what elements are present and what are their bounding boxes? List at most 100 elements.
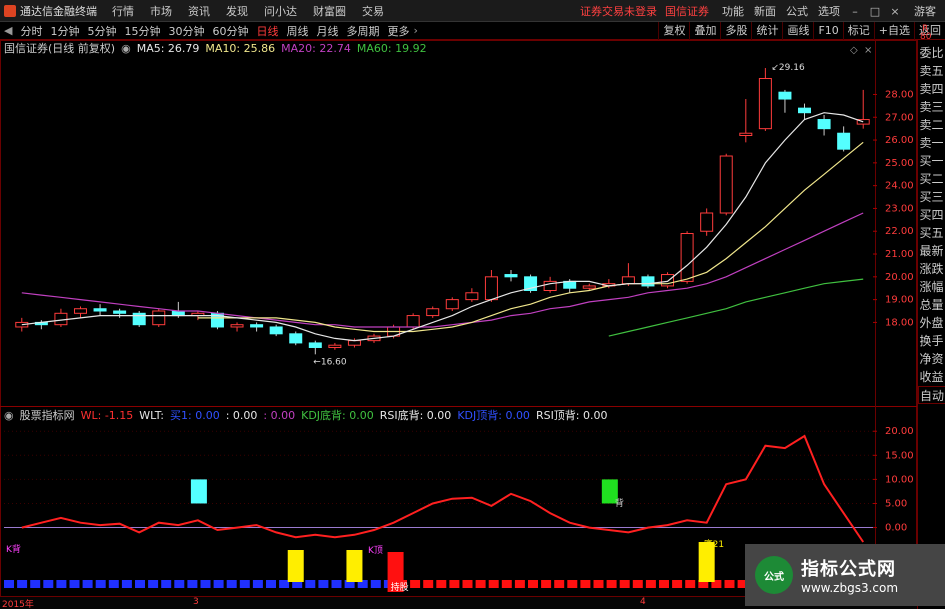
- price-tick-label: 28.00: [885, 89, 914, 100]
- buy-signal: [287, 550, 304, 582]
- trend-block: [56, 580, 67, 588]
- candle-body: [230, 324, 244, 328]
- trend-block: [462, 580, 473, 588]
- trend-block: [148, 580, 159, 588]
- buy-signal: [346, 550, 363, 582]
- candle-body: [347, 340, 361, 346]
- quote-field-10[interactable]: 买五: [918, 224, 945, 242]
- quote-field-3[interactable]: 卖三: [918, 98, 945, 116]
- quote-field-14[interactable]: 总量: [918, 296, 945, 314]
- trend-block: [252, 580, 263, 588]
- ind-tick-label: 5.00: [885, 498, 907, 509]
- ind-tick-label: 15.00: [885, 450, 914, 461]
- trend-block: [95, 580, 106, 588]
- trend-block: [488, 580, 499, 588]
- candle-body: [582, 285, 596, 289]
- trend-block: [108, 580, 119, 588]
- trend-block: [501, 580, 512, 588]
- quote-field-0[interactable]: 委比: [918, 44, 945, 62]
- candle-body: [73, 308, 87, 314]
- trend-block: [17, 580, 28, 588]
- trend-block: [475, 580, 486, 588]
- quote-field-6[interactable]: 买一: [918, 152, 945, 170]
- quote-field-7[interactable]: 买二: [918, 170, 945, 188]
- quote-field-15[interactable]: 外盘: [918, 314, 945, 332]
- k-back-label: K背: [6, 543, 21, 555]
- trend-block: [318, 580, 329, 588]
- quote-field-9[interactable]: 买四: [918, 206, 945, 224]
- trend-block: [370, 580, 381, 588]
- candle-body: [269, 326, 283, 335]
- candle-body: [250, 324, 264, 328]
- quote-field-4[interactable]: 卖二: [918, 116, 945, 134]
- candle-body: [621, 276, 635, 285]
- kdj-top-signal: [190, 479, 207, 504]
- candle-body: [406, 315, 420, 328]
- candle-body: [445, 299, 459, 310]
- candle-body: [289, 333, 303, 344]
- candle-body: [113, 310, 127, 314]
- trend-block: [239, 580, 250, 588]
- trend-block: [30, 580, 41, 588]
- trend-block: [4, 580, 14, 588]
- price-tick-label: 26.00: [885, 135, 914, 146]
- trend-block: [672, 580, 683, 588]
- trend-block: [541, 580, 552, 588]
- trend-block: [423, 580, 434, 588]
- trend-block: [174, 580, 185, 588]
- price-tick-label: 22.00: [885, 226, 914, 237]
- quote-field-2[interactable]: 卖四: [918, 80, 945, 98]
- kline-chart[interactable]: 28.00 27.00 26.00 25.00 24.00 23.00 22.00 21.00…: [0, 0, 917, 597]
- ind-tick-label: 0.00: [885, 523, 907, 534]
- date-month-3: 3: [193, 597, 199, 607]
- trend-block: [69, 580, 80, 588]
- candle-body: [171, 310, 185, 317]
- wl-line: [21, 434, 865, 543]
- trend-block: [226, 580, 237, 588]
- quote-field-1[interactable]: 卖五: [918, 62, 945, 80]
- trend-block: [606, 580, 617, 588]
- trend-block: [279, 580, 290, 588]
- trend-block: [514, 580, 525, 588]
- candle-body: [739, 132, 753, 136]
- trend-block: [645, 580, 656, 588]
- trend-block: [121, 580, 132, 588]
- trend-block: [593, 580, 604, 588]
- candle-body: [680, 233, 694, 282]
- trend-block: [213, 580, 224, 588]
- candle-body: [758, 78, 772, 130]
- quote-field-17[interactable]: 净资: [918, 350, 945, 368]
- quote-field-13[interactable]: 涨幅: [918, 278, 945, 296]
- price-tick-label: 18.00: [885, 317, 914, 328]
- candle-body: [308, 342, 322, 348]
- ma20-line: [21, 212, 864, 328]
- quote-field-5[interactable]: 卖一: [918, 134, 945, 152]
- quote-field-18[interactable]: 收益: [918, 368, 945, 386]
- quote-field-11[interactable]: 最新: [918, 242, 945, 260]
- candle-body: [465, 292, 479, 301]
- quote-field-8[interactable]: 买三: [918, 188, 945, 206]
- price-tick-label: 23.00: [885, 203, 914, 214]
- trend-block: [187, 580, 198, 588]
- close-icon: ×: [864, 45, 872, 56]
- price-tick-label: 24.00: [885, 181, 914, 192]
- candle-body: [778, 91, 792, 100]
- watermark-logo: 公式: [755, 556, 793, 594]
- trend-block: [632, 580, 643, 588]
- ma10-line: [197, 141, 864, 333]
- trend-block: [724, 580, 735, 588]
- k-top-label: K顶: [368, 545, 383, 556]
- trend-block: [161, 580, 172, 588]
- watermark-title: 指标公式网: [801, 559, 896, 580]
- trend-block: [659, 580, 669, 588]
- candle-body: [152, 310, 166, 326]
- trend-block: [43, 580, 54, 588]
- high-price-label: ↙29.16: [771, 63, 805, 73]
- quote-field-16[interactable]: 换手: [918, 332, 945, 350]
- quote-field-12[interactable]: 涨跌: [918, 260, 945, 278]
- trend-block: [200, 580, 211, 588]
- auto-button[interactable]: 自动: [918, 386, 945, 404]
- candle-body: [426, 308, 440, 317]
- candle-body: [817, 119, 831, 130]
- price-tick-label: 25.00: [885, 158, 914, 169]
